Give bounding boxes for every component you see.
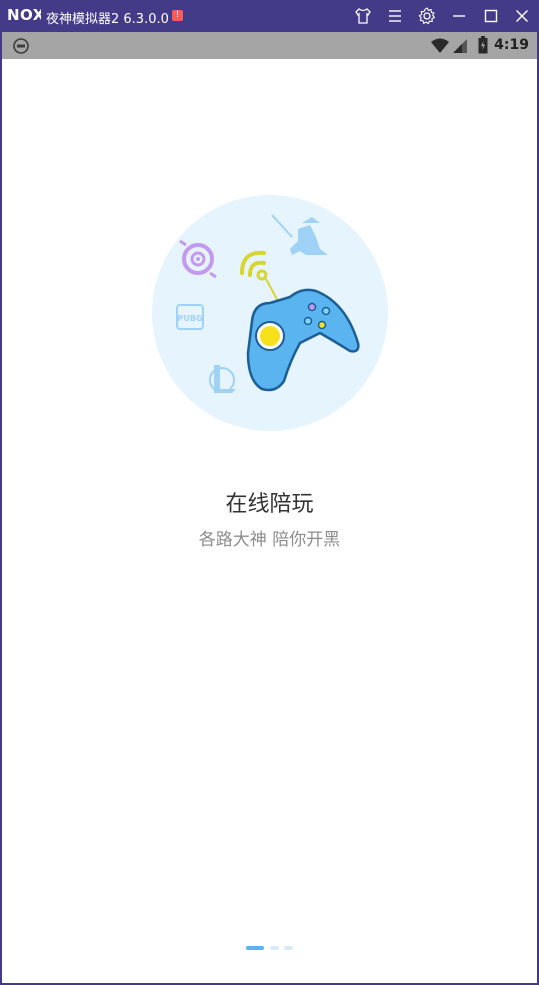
logo-text: NOX xyxy=(7,6,41,24)
maximize-icon[interactable] xyxy=(481,6,501,26)
title-bar[interactable]: NOX 夜神模拟器2 6.3.0.0 ! xyxy=(0,0,539,32)
shirt-icon[interactable] xyxy=(353,6,373,26)
close-icon[interactable] xyxy=(512,6,532,26)
nox-status-icon xyxy=(12,37,30,59)
alert-badge[interactable]: ! xyxy=(172,10,183,21)
minimize-icon[interactable] xyxy=(449,6,469,26)
page-dot xyxy=(284,946,293,950)
onboarding-title: 在线陪玩 xyxy=(225,492,314,517)
nox-logo: NOX xyxy=(7,6,44,28)
page-dot xyxy=(270,946,279,950)
onboarding-screen[interactable]: PUBG 在线陪玩 各路大神 陪你开黑 xyxy=(2,59,537,983)
page-indicator xyxy=(246,946,306,950)
status-bar: 4:19 xyxy=(2,32,537,59)
onboarding-illustration: PUBG xyxy=(150,193,390,433)
page-dot-active xyxy=(246,946,264,950)
status-time: 4:19 xyxy=(494,37,529,53)
pubg-label: PUBG xyxy=(177,314,202,323)
gear-icon[interactable] xyxy=(417,6,437,26)
window-title: 夜神模拟器2 6.3.0.0 xyxy=(46,12,169,27)
onboarding-subtitle: 各路大神 陪你开黑 xyxy=(198,530,341,550)
menu-icon[interactable] xyxy=(385,6,405,26)
wifi-icon xyxy=(430,38,450,58)
battery-icon xyxy=(478,36,488,58)
signal-icon xyxy=(452,38,468,58)
